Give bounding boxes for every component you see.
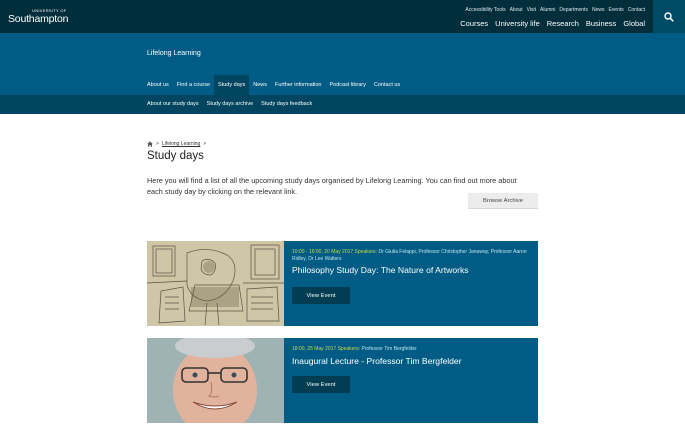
speakers-label: Speakers:: [354, 249, 378, 255]
view-event-button[interactable]: View Event: [292, 376, 350, 393]
event-datetime: 10:00 - 16:00, 20 May 2017: [292, 249, 354, 255]
top-bar: UNIVERSITY OF Southampton Accessibility …: [0, 0, 685, 33]
main-nav-courses[interactable]: Courses: [460, 19, 488, 29]
util-link-alumni[interactable]: Alumni: [540, 7, 555, 14]
site-nav-about-us[interactable]: About us: [143, 75, 173, 95]
site-title[interactable]: Lifelong Learning: [147, 50, 201, 57]
main-nav: Courses University life Research Busines…: [460, 19, 645, 29]
util-link-visit[interactable]: Visit: [527, 7, 536, 14]
speakers-label: Speakers:: [337, 346, 361, 352]
event-image[interactable]: [147, 241, 284, 326]
main-nav-research[interactable]: Research: [547, 19, 579, 29]
event-card: 10:00 - 16:00, 20 May 2017 Speakers: Dr …: [147, 241, 538, 326]
breadcrumb: > Lifelong Learning >: [147, 141, 206, 147]
intro-text: Here you will find a list of all the upc…: [147, 176, 517, 196]
sub-nav-study-days-archive[interactable]: Study days archive: [203, 95, 257, 114]
breadcrumb-separator: >: [203, 141, 207, 147]
util-link-events[interactable]: Events: [608, 7, 623, 14]
util-link-news[interactable]: News: [592, 7, 605, 14]
site-nav-podcast-library[interactable]: Podcast library: [326, 75, 370, 95]
view-event-button[interactable]: View Event: [292, 287, 350, 304]
search-icon: [664, 11, 674, 22]
event-datetime: 18:00, 25 May 2017: [292, 346, 337, 352]
search-button[interactable]: [653, 0, 685, 33]
university-logo[interactable]: UNIVERSITY OF Southampton: [8, 8, 68, 25]
site-nav-study-days[interactable]: Study days: [214, 75, 250, 95]
site-nav-find-a-course[interactable]: Find a course: [173, 75, 214, 95]
page-title: Study days: [147, 150, 204, 162]
util-link-contact[interactable]: Contact: [628, 7, 645, 14]
event-image[interactable]: [147, 338, 284, 423]
sub-nav-about-study-days[interactable]: About our study days: [143, 95, 203, 114]
event-title[interactable]: Inaugural Lecture - Professor Tim Bergfe…: [292, 356, 532, 367]
event-details: 18:00, 25 May 2017 Speakers: Professor T…: [292, 346, 532, 367]
event-meta: 18:00, 25 May 2017 Speakers: Professor T…: [292, 346, 532, 353]
event-details: 10:00 - 16:00, 20 May 2017 Speakers: Dr …: [292, 249, 532, 276]
breadcrumb-separator: >: [156, 141, 159, 147]
utility-links: Accessibility Tools About Visit Alumni D…: [465, 7, 645, 14]
main-nav-business[interactable]: Business: [586, 19, 616, 29]
logo-big-text: Southampton: [8, 13, 69, 25]
breadcrumb-link[interactable]: Lifelong Learning: [162, 141, 200, 147]
site-nav-contact-us[interactable]: Contact us: [370, 75, 404, 95]
event-title[interactable]: Philosophy Study Day: The Nature of Artw…: [292, 265, 532, 276]
event-meta: 10:00 - 16:00, 20 May 2017 Speakers: Dr …: [292, 249, 532, 262]
event-speakers: Professor Tim Bergfelder: [361, 346, 417, 352]
site-header: Lifelong Learning About us Find a course…: [0, 33, 685, 95]
site-nav: About us Find a course Study days News F…: [143, 75, 404, 95]
sub-nav-bar: About our study days Study days archive …: [0, 95, 685, 114]
main-nav-global[interactable]: Global: [623, 19, 645, 29]
util-link-about[interactable]: About: [510, 7, 523, 14]
browse-archive-button[interactable]: Browse Archive: [468, 193, 538, 209]
sub-nav-study-days-feedback[interactable]: Study days feedback: [257, 95, 316, 114]
util-link-accessibility[interactable]: Accessibility Tools: [465, 7, 505, 14]
event-card: 18:00, 25 May 2017 Speakers: Professor T…: [147, 338, 538, 423]
home-icon[interactable]: [147, 141, 153, 147]
sub-nav: About our study days Study days archive …: [143, 95, 316, 114]
main-nav-university-life[interactable]: University life: [495, 19, 540, 29]
util-link-departments[interactable]: Departments: [559, 7, 588, 14]
site-nav-news[interactable]: News: [249, 75, 271, 95]
site-nav-further-information[interactable]: Further information: [271, 75, 325, 95]
